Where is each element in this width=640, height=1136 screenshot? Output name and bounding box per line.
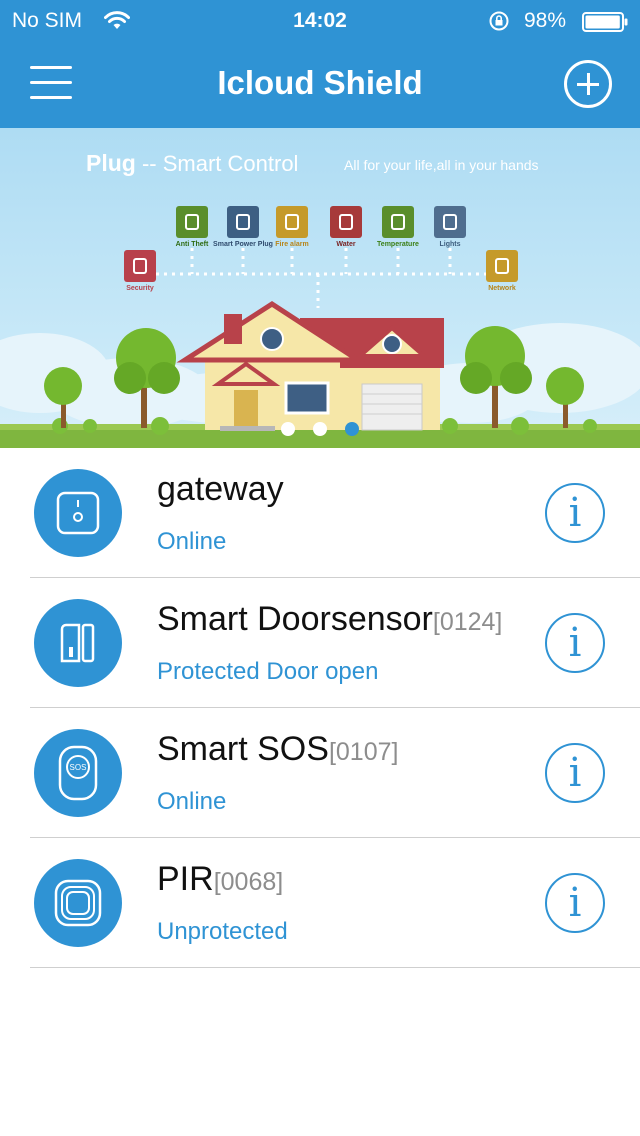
device-name: Smart SOS[0107]	[157, 730, 398, 769]
info-icon[interactable]: i	[545, 613, 605, 673]
battery-icon	[582, 12, 628, 32]
feature-label: Security	[126, 285, 154, 292]
orientation-lock-icon	[489, 11, 509, 31]
device-name: PIR[0068]	[157, 860, 283, 899]
banner-page-dot[interactable]	[313, 422, 327, 436]
door-sensor-icon	[34, 599, 122, 687]
banner-page-dot[interactable]	[281, 422, 295, 436]
router-feature: Network	[462, 250, 542, 292]
device-name-text: PIR	[157, 860, 214, 898]
device-code: [0124]	[432, 608, 503, 636]
banner-tagline: All for your life,all in your hands	[344, 157, 539, 173]
status-bar: No SIM 14:02 98%	[0, 0, 640, 40]
device-status: Online	[157, 788, 227, 815]
padlock-icon	[124, 250, 156, 282]
plus-circle-icon[interactable]	[564, 60, 612, 108]
info-icon[interactable]: i	[545, 743, 605, 803]
feature-label: Network	[488, 285, 516, 292]
device-name-text: Smart Doorsensor	[157, 600, 433, 638]
device-code: [0068]	[213, 868, 284, 896]
feature-label: Lights	[439, 241, 461, 248]
info-icon[interactable]: i	[545, 873, 605, 933]
promo-banner[interactable]: Plug -- Smart Control All for your life,…	[0, 128, 640, 448]
device-name: gateway	[157, 470, 284, 509]
device-status: Online	[157, 528, 227, 555]
device-list: gateway Online i Smart Doorsensor[0124] …	[0, 448, 640, 968]
navigation-bar: Icloud Shield	[0, 40, 640, 128]
router-icon	[486, 250, 518, 282]
device-row-doorsensor[interactable]: Smart Doorsensor[0124] Protected Door op…	[0, 578, 640, 708]
banner-heading: Plug -- Smart Control	[86, 150, 298, 177]
smoke-detector-icon	[276, 206, 308, 238]
banner-brand: Plug	[86, 150, 136, 176]
device-name-text: gateway	[157, 470, 284, 508]
device-code: [0107]	[328, 738, 399, 766]
banner-heading-text: -- Smart Control	[141, 151, 299, 176]
info-icon[interactable]: i	[545, 483, 605, 543]
page-title: Icloud Shield	[217, 64, 423, 101]
device-name-text: Smart SOS	[157, 730, 329, 768]
padlock-feature: Security	[100, 250, 180, 292]
light-bulb-icon	[434, 206, 466, 238]
svg-text:SOS: SOS	[70, 763, 87, 772]
device-row-pir[interactable]: PIR[0068] Unprotected i	[0, 838, 640, 968]
pir-sensor-icon	[34, 859, 122, 947]
banner-page-dot[interactable]	[345, 422, 359, 436]
device-row-gateway[interactable]: gateway Online i	[0, 448, 640, 578]
sos-button-icon: SOS	[34, 729, 122, 817]
gateway-icon	[34, 469, 122, 557]
top-bar: No SIM 14:02 98% Icloud Shield	[0, 0, 640, 128]
device-name: Smart Doorsensor[0124]	[157, 600, 502, 639]
device-status: Unprotected	[157, 918, 288, 945]
battery-percent: 98%	[524, 9, 567, 32]
light-bulb-feature: Lights	[410, 206, 490, 248]
device-row-sos[interactable]: SOS Smart SOS[0107] Online i	[0, 708, 640, 838]
device-status: Protected Door open	[157, 658, 379, 685]
